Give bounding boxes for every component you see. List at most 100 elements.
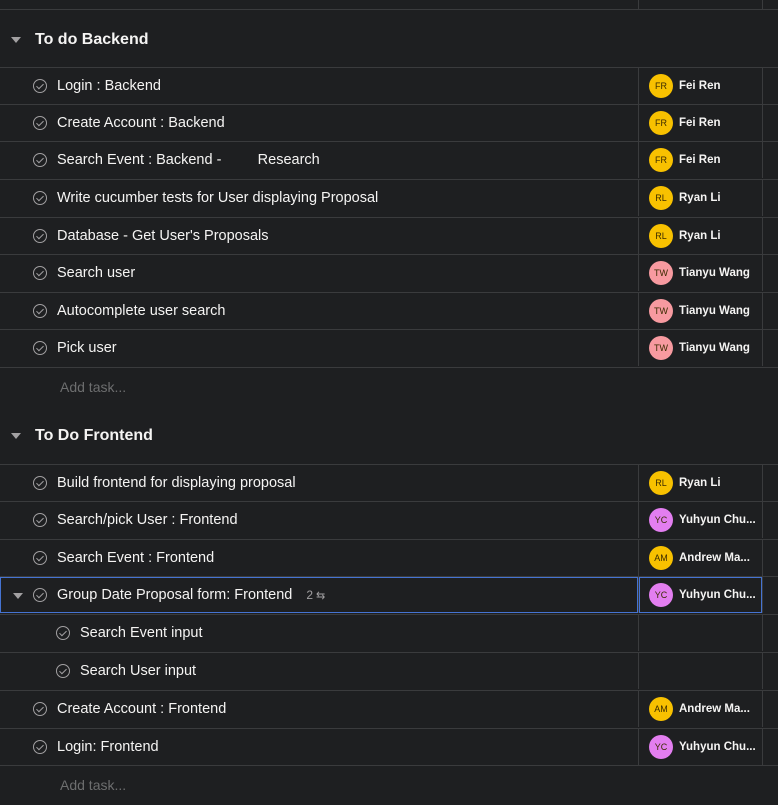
avatar: AM (649, 697, 673, 721)
task-row[interactable]: Login : Backend FR Fei Ren (0, 67, 778, 104)
assignee-name: Ryan Li (679, 477, 721, 489)
task-name[interactable]: Database - Get User's Proposals (57, 228, 269, 244)
assignee-cell[interactable]: TW Tianyu Wang (638, 293, 762, 329)
task-name[interactable]: Create Account : Frontend (57, 701, 226, 717)
task-name[interactable]: Group Date Proposal form: Frontend (57, 587, 292, 603)
complete-check-icon[interactable] (33, 153, 47, 167)
avatar: TW (649, 261, 673, 285)
task-name[interactable]: Write cucumber tests for User displaying… (57, 190, 378, 206)
assignee-cell[interactable]: AM Andrew Ma... (638, 540, 762, 576)
complete-check-icon[interactable] (33, 266, 47, 280)
assignee-name: Tianyu Wang (679, 342, 750, 354)
assignee-name: Andrew Ma... (679, 552, 750, 564)
task-name[interactable]: Login: Frontend (57, 739, 159, 755)
assignee-cell[interactable]: FR Fei Ren (638, 68, 762, 104)
subtask-count-badge[interactable]: 2 ⇆ (306, 588, 325, 602)
complete-check-icon[interactable] (56, 664, 70, 678)
complete-check-icon[interactable] (33, 702, 47, 716)
avatar: TW (649, 299, 673, 323)
previous-section-bottom (0, 0, 778, 10)
task-row[interactable]: Database - Get User's Proposals RL Ryan L… (0, 217, 778, 254)
assignee-cell[interactable]: RL Ryan Li (638, 465, 762, 501)
task-row[interactable]: Search Event : Backend - Research FR Fei … (0, 141, 778, 178)
assignee-cell[interactable]: TW Tianyu Wang (638, 255, 762, 291)
task-row-selected[interactable]: Group Date Proposal form: Frontend 2 ⇆ YC… (0, 576, 778, 613)
complete-check-icon[interactable] (33, 341, 47, 355)
avatar: FR (649, 111, 673, 135)
subtask-icon: ⇆ (316, 589, 326, 602)
task-name[interactable]: Search/pick User : Frontend (57, 512, 238, 528)
task-name[interactable]: Search Event : Frontend (57, 550, 214, 566)
complete-check-icon[interactable] (56, 626, 70, 640)
task-row[interactable]: Pick user TW Tianyu Wang (0, 329, 778, 366)
task-name[interactable]: Login : Backend (57, 78, 161, 94)
assignee-cell[interactable]: YC Yuhyun Chu... (638, 502, 762, 538)
assignee-name: Yuhyun Chu... (679, 514, 756, 526)
task-row[interactable]: Create Account : Backend FR Fei Ren (0, 104, 778, 141)
assignee-name: Fei Ren (679, 154, 721, 166)
avatar: RL (649, 224, 673, 248)
task-row[interactable]: Build frontend for displaying proposal R… (0, 464, 778, 501)
task-name[interactable]: Create Account : Backend (57, 115, 225, 131)
collapse-caret-icon[interactable] (11, 433, 21, 439)
assignee-name: Tianyu Wang (679, 305, 750, 317)
assignee-cell[interactable]: RL Ryan Li (638, 218, 762, 254)
avatar: TW (649, 336, 673, 360)
task-row[interactable]: Search user TW Tianyu Wang (0, 254, 778, 291)
assignee-cell[interactable]: TW Tianyu Wang (638, 330, 762, 366)
task-row[interactable]: Write cucumber tests for User displaying… (0, 179, 778, 216)
assignee-name: Fei Ren (679, 80, 721, 92)
task-row[interactable]: Login: Frontend YC Yuhyun Chu... (0, 728, 778, 765)
task-name[interactable]: Pick user (57, 340, 117, 356)
assignee-cell[interactable]: FR Fei Ren (638, 142, 762, 178)
complete-check-icon[interactable] (33, 229, 47, 243)
subtask-name[interactable]: Search User input (80, 663, 196, 679)
task-row[interactable]: Create Account : Frontend AM Andrew Ma... (0, 690, 778, 727)
add-task-label: Add task... (60, 379, 127, 395)
complete-check-icon[interactable] (33, 476, 47, 490)
complete-check-icon[interactable] (33, 79, 47, 93)
assignee-cell[interactable]: YC Yuhyun Chu... (638, 577, 762, 613)
task-name[interactable]: Search user (57, 265, 135, 281)
task-row[interactable]: Search Event : Frontend AM Andrew Ma... (0, 539, 778, 576)
section-header-frontend[interactable]: To Do Frontend (0, 407, 778, 465)
assignee-name: Andrew Ma... (679, 703, 750, 715)
task-name[interactable]: Autocomplete user search (57, 303, 225, 319)
complete-check-icon[interactable] (33, 588, 47, 602)
add-task-button[interactable]: Add task... (0, 367, 778, 407)
section-title: To do Backend (35, 31, 149, 48)
expand-subtasks-caret-icon[interactable] (13, 593, 23, 599)
task-name[interactable]: Search Event : Backend - Research (57, 152, 320, 168)
section-title: To Do Frontend (35, 427, 153, 444)
task-row[interactable]: Search/pick User : Frontend YC Yuhyun Chu… (0, 501, 778, 538)
assignee-name: Ryan Li (679, 192, 721, 204)
assignee-cell[interactable] (638, 653, 762, 689)
subtask-row[interactable]: Search Event input (0, 614, 778, 651)
assignee-name: Yuhyun Chu... (679, 741, 756, 753)
complete-check-icon[interactable] (33, 191, 47, 205)
subtask-name[interactable]: Search Event input (80, 625, 203, 641)
add-task-button[interactable]: Add task... (0, 765, 778, 805)
section-header-backend[interactable]: To do Backend (0, 11, 778, 69)
assignee-name: Tianyu Wang (679, 267, 750, 279)
collapse-caret-icon[interactable] (11, 37, 21, 43)
subtask-row[interactable]: Search User input (0, 652, 778, 689)
avatar: YC (649, 735, 673, 759)
assignee-name: Ryan Li (679, 230, 721, 242)
task-row[interactable]: Autocomplete user search TW Tianyu Wang (0, 292, 778, 329)
task-name[interactable]: Build frontend for displaying proposal (57, 475, 296, 491)
assignee-cell[interactable]: RL Ryan Li (638, 180, 762, 216)
complete-check-icon[interactable] (33, 551, 47, 565)
complete-check-icon[interactable] (33, 513, 47, 527)
assignee-cell[interactable]: YC Yuhyun Chu... (638, 729, 762, 765)
assignee-cell[interactable]: FR Fei Ren (638, 105, 762, 141)
assignee-name: Fei Ren (679, 117, 721, 129)
complete-check-icon[interactable] (33, 304, 47, 318)
avatar: FR (649, 74, 673, 98)
subtask-count: 2 (306, 588, 314, 602)
complete-check-icon[interactable] (33, 740, 47, 754)
avatar: YC (649, 508, 673, 532)
complete-check-icon[interactable] (33, 116, 47, 130)
assignee-cell[interactable]: AM Andrew Ma... (638, 691, 762, 727)
assignee-cell[interactable] (638, 615, 762, 651)
